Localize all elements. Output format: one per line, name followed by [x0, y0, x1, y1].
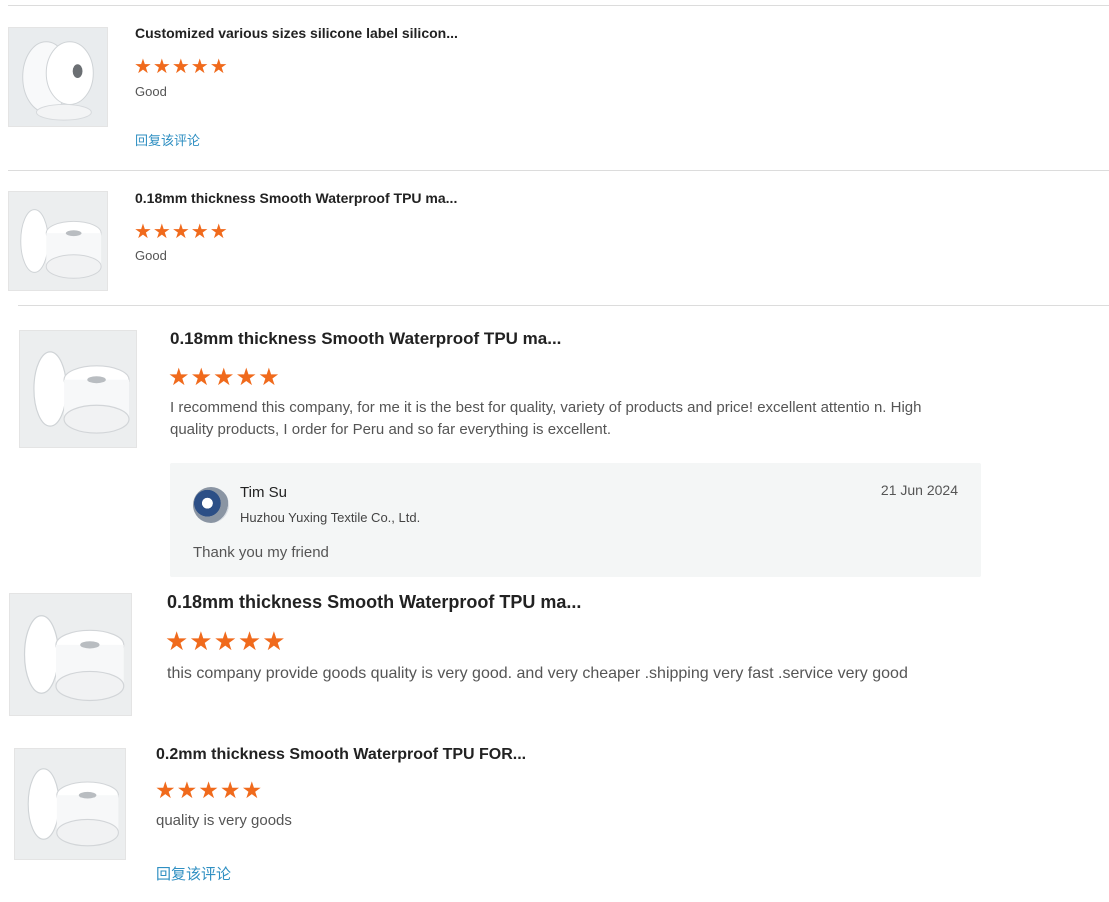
product-title[interactable]: 0.18mm thickness Smooth Waterproof TPU m… — [135, 190, 457, 206]
reply-date: 21 Jun 2024 — [880, 482, 958, 498]
tape-roll-image — [20, 331, 136, 447]
seller-company: Huzhou Yuxing Textile Co., Ltd. — [240, 510, 421, 525]
reply-review-link[interactable]: 回复该评论 — [135, 130, 200, 149]
tape-roll-image — [9, 28, 107, 126]
divider — [8, 170, 1109, 171]
divider — [18, 305, 1109, 306]
seller-avatar — [193, 487, 229, 523]
review-text: Good — [135, 84, 167, 99]
tape-roll-image — [10, 594, 131, 715]
review-text: Good — [135, 248, 167, 263]
product-thumbnail[interactable] — [8, 27, 108, 127]
star-rating: ★★★★★ — [168, 364, 281, 391]
star-rating: ★★★★★ — [134, 221, 229, 243]
star-rating: ★★★★★ — [165, 626, 287, 656]
star-rating: ★★★★★ — [155, 777, 264, 803]
divider-top — [8, 5, 1109, 6]
product-thumbnail[interactable] — [19, 330, 137, 448]
product-title[interactable]: 0.2mm thickness Smooth Waterproof TPU FO… — [156, 746, 526, 764]
product-thumbnail[interactable] — [14, 748, 126, 860]
tape-roll-image — [15, 749, 125, 859]
tape-roll-image — [9, 192, 107, 290]
product-title[interactable]: 0.18mm thickness Smooth Waterproof TPU m… — [167, 592, 581, 613]
review-text: quality is very goods — [156, 812, 292, 829]
product-thumbnail[interactable] — [8, 191, 108, 291]
product-thumbnail[interactable] — [9, 593, 132, 716]
product-title[interactable]: Customized various sizes silicone label … — [135, 25, 458, 41]
seller-reply: Tim Su Huzhou Yuxing Textile Co., Ltd. 2… — [170, 463, 981, 577]
product-title[interactable]: 0.18mm thickness Smooth Waterproof TPU m… — [170, 329, 561, 349]
reply-review-link[interactable]: 回复该评论 — [156, 863, 231, 884]
seller-name: Tim Su — [240, 484, 287, 501]
review-text: this company provide goods quality is ve… — [167, 665, 908, 682]
star-rating: ★★★★★ — [134, 56, 229, 78]
reply-message: Thank you my friend — [193, 544, 329, 561]
review-text: I recommend this company, for me it is t… — [170, 399, 922, 438]
